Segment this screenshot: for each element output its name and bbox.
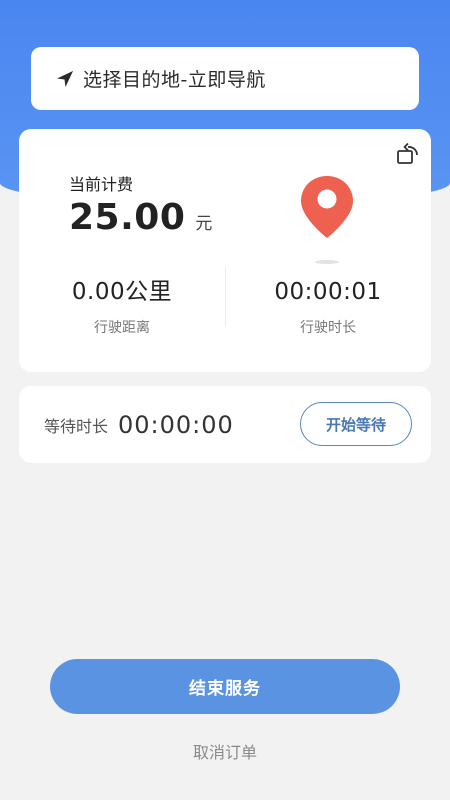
distance-stat: 0.00公里 行驶距离	[19, 277, 225, 337]
waiting-time: 00:00:00	[118, 410, 234, 439]
distance-value: 0.00公里	[71, 279, 173, 305]
end-service-button[interactable]: 结束服务	[50, 659, 400, 714]
fare-card: 当前计费 25.00 元 0.00公里 行驶距离 00:00:01 行驶时长	[19, 129, 431, 372]
rotate-icon[interactable]	[395, 141, 421, 167]
start-waiting-button[interactable]: 开始等待	[300, 402, 412, 446]
duration-label: 行驶时长	[300, 320, 356, 336]
waiting-card: 等待时长 00:00:00 开始等待	[19, 386, 431, 463]
cancel-order-link[interactable]: 取消订单	[0, 739, 450, 763]
navigate-destination-button[interactable]: 选择目的地-立即导航	[31, 47, 419, 110]
distance-label: 行驶距离	[94, 320, 150, 336]
waiting-label: 等待时长	[44, 416, 109, 436]
fare-label: 当前计费	[69, 175, 134, 194]
duration-stat: 00:00:01 行驶时长	[225, 277, 431, 337]
duration-value: 00:00:01	[274, 279, 382, 305]
fare-amount-group: 25.00 元	[69, 197, 212, 238]
navigate-destination-label: 选择目的地-立即导航	[83, 69, 266, 91]
map-pin-icon	[297, 174, 357, 266]
fare-amount: 25.00	[69, 197, 186, 238]
navigation-arrow-icon	[55, 69, 75, 89]
fare-unit: 元	[195, 214, 213, 234]
